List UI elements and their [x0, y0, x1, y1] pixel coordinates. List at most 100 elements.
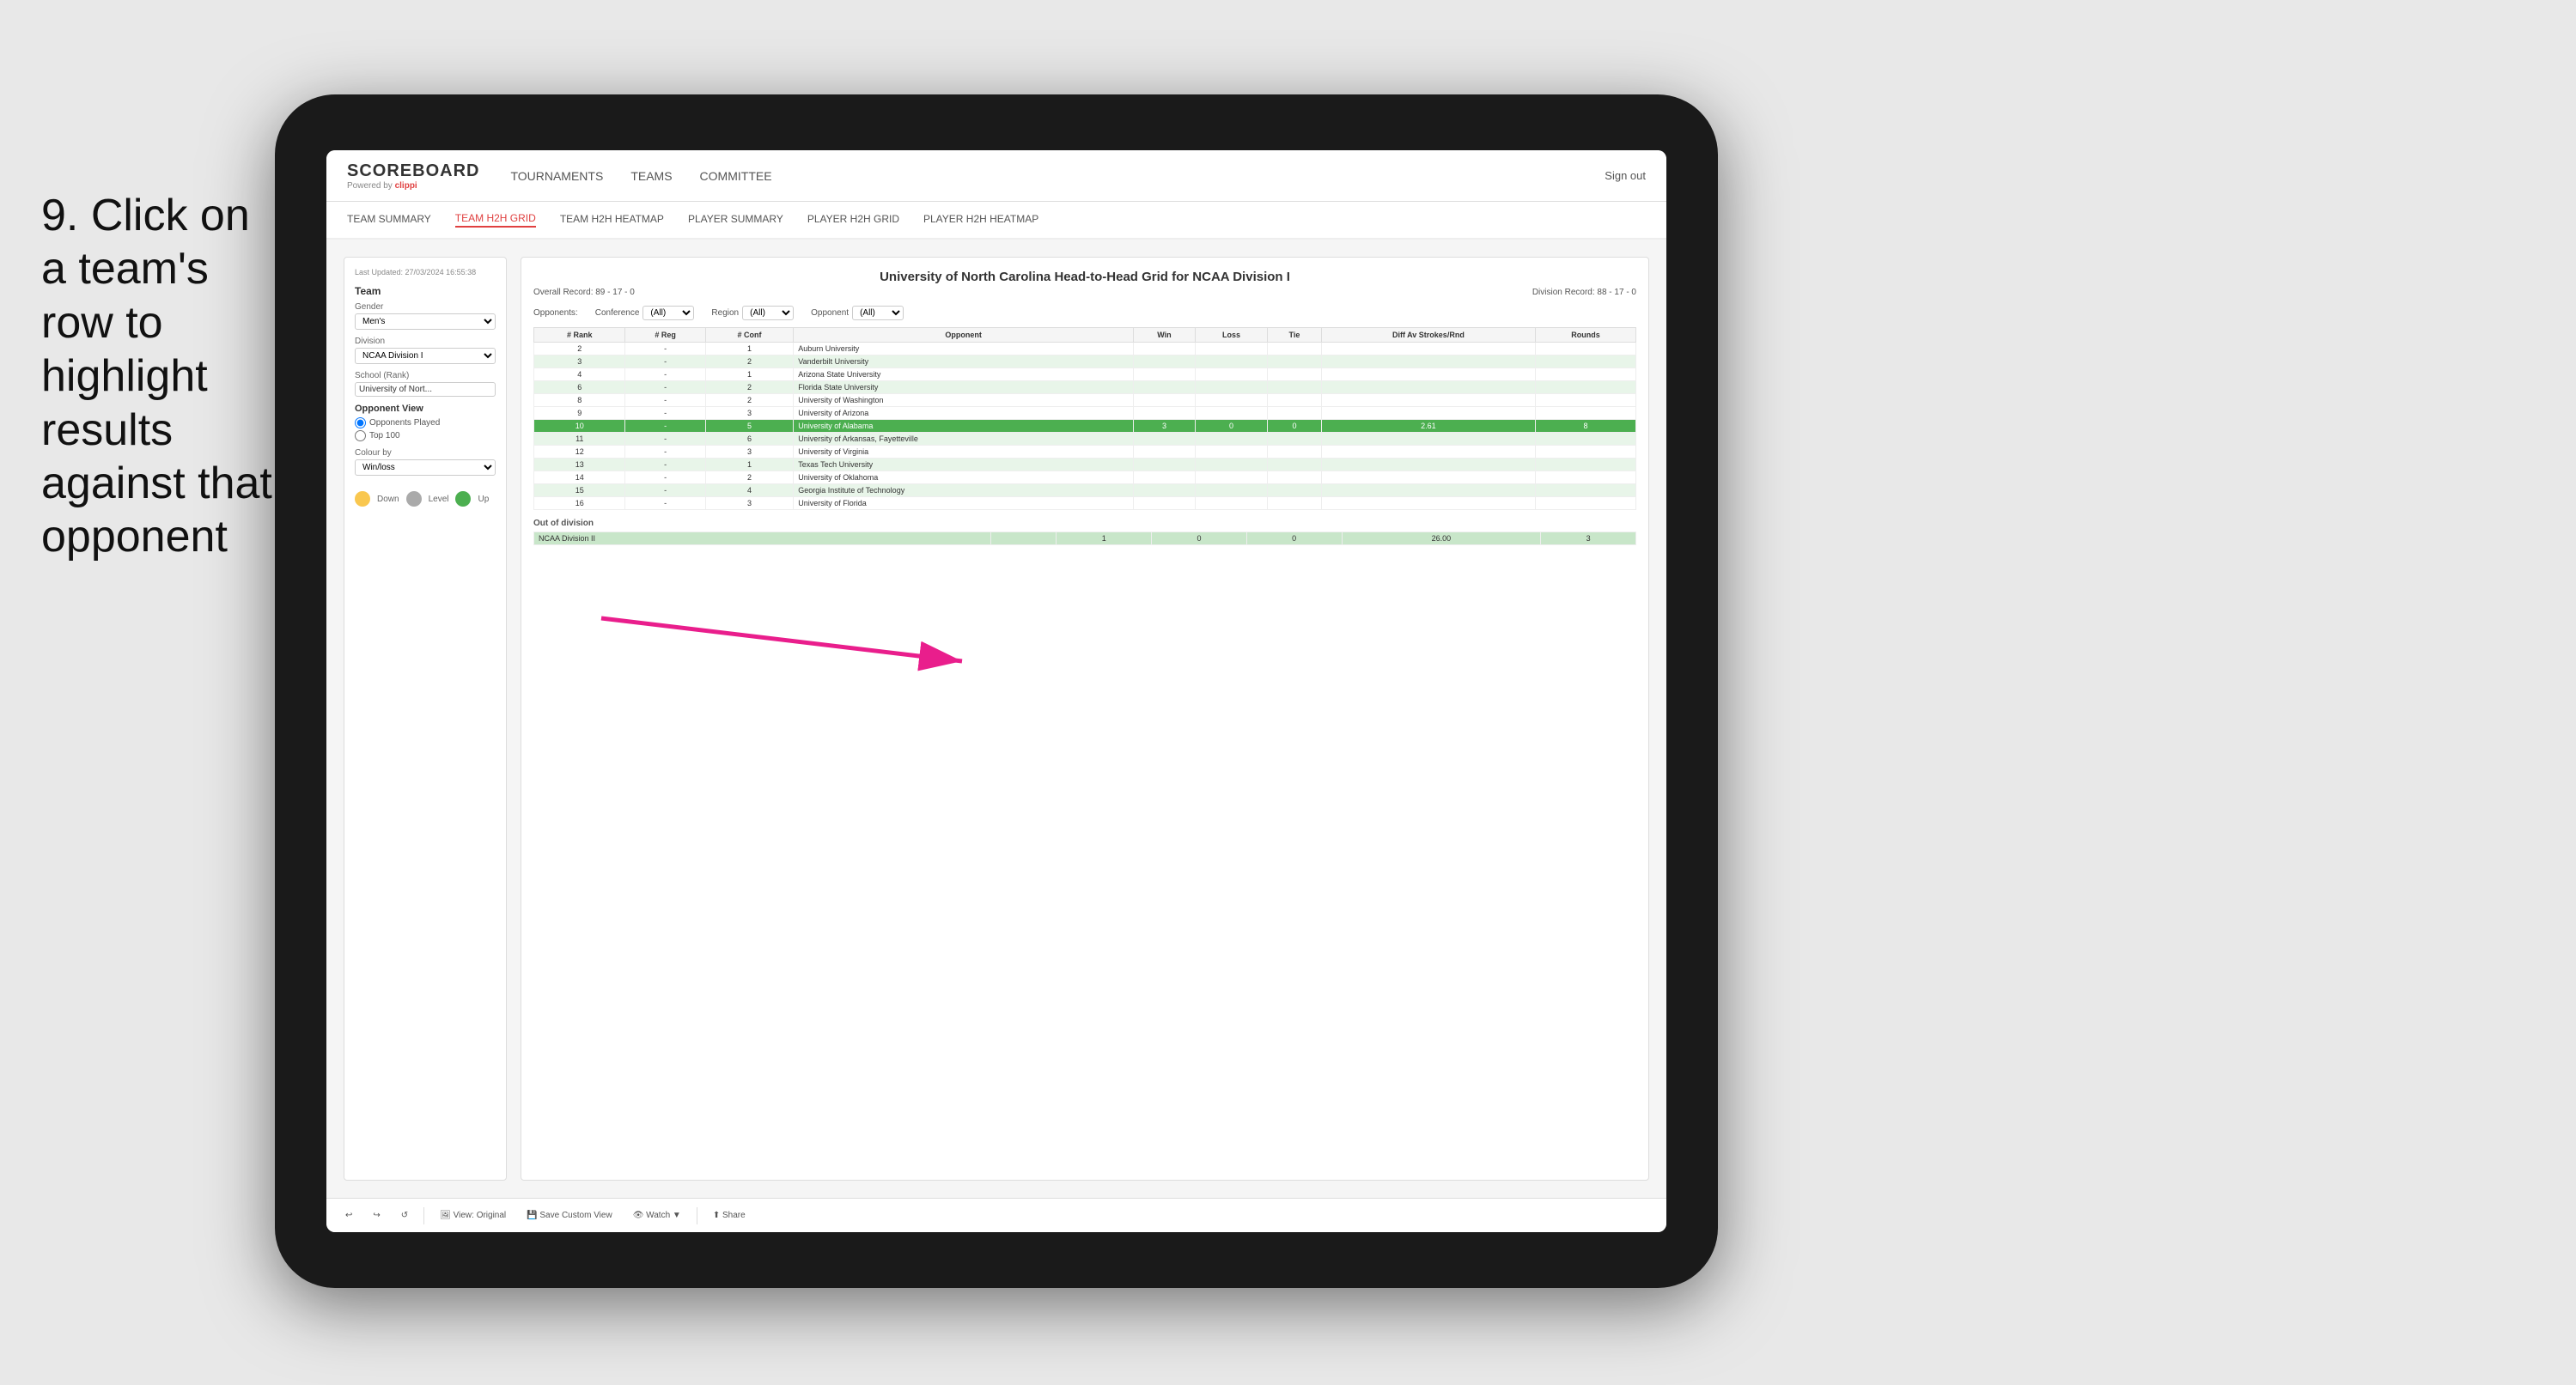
radio-opponents-played[interactable]: Opponents Played [355, 417, 496, 428]
table-cell [1321, 343, 1535, 355]
table-cell: 6 [534, 381, 625, 394]
region-filter-select[interactable]: (All) [742, 306, 794, 320]
table-cell: 1 [705, 368, 793, 381]
save-custom-view-button[interactable]: 💾 Save Custom View [521, 1209, 618, 1222]
sub-nav-player-h2h-heatmap[interactable]: PLAYER H2H HEATMAP [923, 213, 1038, 227]
table-cell [1268, 446, 1322, 459]
out-of-division-table: NCAA Division II 1 0 0 26.00 3 [533, 532, 1636, 545]
table-cell: - [625, 446, 705, 459]
division-select[interactable]: NCAA Division I [355, 348, 496, 364]
legend-row: Down Level Up [355, 491, 496, 507]
out-of-division-label: Out of division [533, 519, 1636, 528]
table-row[interactable]: 8-2University of Washington [534, 394, 1636, 407]
table-cell [1321, 355, 1535, 368]
division-record: Division Record: 88 - 17 - 0 [1532, 288, 1636, 297]
table-row[interactable]: 14-2University of Oklahoma [534, 471, 1636, 484]
table-cell [1196, 471, 1268, 484]
table-cell [1536, 394, 1636, 407]
table-cell [1133, 394, 1195, 407]
table-cell [1536, 381, 1636, 394]
sign-out-link[interactable]: Sign out [1605, 169, 1646, 182]
out-division-loss: 0 [1152, 532, 1247, 545]
h2h-table: # Rank # Reg # Conf Opponent Win Loss Ti… [533, 327, 1636, 510]
colour-by-select[interactable]: Win/loss [355, 459, 496, 476]
top-nav: SCOREBOARD Powered by clippi TOURNAMENTS… [326, 150, 1666, 202]
col-loss: Loss [1196, 328, 1268, 343]
sub-nav-team-summary[interactable]: TEAM SUMMARY [347, 213, 431, 227]
opponent-filter-select[interactable]: (All) [852, 306, 904, 320]
table-row[interactable]: 6-2Florida State University [534, 381, 1636, 394]
table-row[interactable]: 2-1Auburn University [534, 343, 1636, 355]
table-cell: 2 [705, 471, 793, 484]
table-cell: 2 [534, 343, 625, 355]
table-cell [1133, 459, 1195, 471]
table-cell [1133, 471, 1195, 484]
refresh-button[interactable]: ↺ [396, 1209, 413, 1222]
table-cell [1196, 433, 1268, 446]
grid-records: Overall Record: 89 - 17 - 0 Division Rec… [533, 288, 1636, 297]
table-cell [1268, 471, 1322, 484]
view-original-button[interactable]: 🖼 View: Original [435, 1209, 511, 1222]
sub-nav-player-summary[interactable]: PLAYER SUMMARY [688, 213, 783, 227]
table-cell: 3 [705, 497, 793, 510]
table-cell: 0 [1196, 420, 1268, 433]
table-cell [1536, 471, 1636, 484]
table-cell [1536, 355, 1636, 368]
table-cell [1133, 368, 1195, 381]
legend-down-label: Down [377, 495, 399, 504]
table-row[interactable]: 4-1Arizona State University [534, 368, 1636, 381]
watch-button[interactable]: 👁 Watch ▼ [628, 1209, 686, 1222]
table-row[interactable]: 10-5University of Alabama3002.618 [534, 420, 1636, 433]
gender-label: Gender [355, 302, 496, 312]
out-division-name: NCAA Division II [534, 532, 991, 545]
table-cell: 1 [705, 459, 793, 471]
nav-committee[interactable]: COMMITTEE [700, 169, 772, 183]
nav-tournaments[interactable]: TOURNAMENTS [510, 169, 603, 183]
sub-nav-team-h2h-heatmap[interactable]: TEAM H2H HEATMAP [560, 213, 664, 227]
table-cell: 14 [534, 471, 625, 484]
undo-button[interactable]: ↩ [340, 1209, 357, 1222]
table-cell [1196, 407, 1268, 420]
gender-select[interactable]: Men's [355, 313, 496, 330]
nav-teams[interactable]: TEAMS [630, 169, 672, 183]
radio-top100[interactable]: Top 100 [355, 430, 496, 441]
redo-button[interactable]: ↪ [368, 1209, 385, 1222]
table-cell: - [625, 355, 705, 368]
table-cell: Texas Tech University [794, 459, 1134, 471]
table-row[interactable]: 9-3University of Arizona [534, 407, 1636, 420]
table-cell [1196, 497, 1268, 510]
table-cell [1321, 368, 1535, 381]
school-value: University of Nort... [355, 382, 496, 397]
table-cell [1133, 497, 1195, 510]
out-division-row[interactable]: NCAA Division II 1 0 0 26.00 3 [534, 532, 1636, 545]
table-row[interactable]: 11-6University of Arkansas, Fayetteville [534, 433, 1636, 446]
table-cell [1133, 433, 1195, 446]
table-cell: 8 [1536, 420, 1636, 433]
table-cell: 2 [705, 381, 793, 394]
share-button[interactable]: ⬆ Share [708, 1209, 751, 1222]
table-cell: University of Arkansas, Fayetteville [794, 433, 1134, 446]
table-cell [1196, 355, 1268, 368]
conference-filter-select[interactable]: (All) [642, 306, 694, 320]
table-row[interactable]: 13-1Texas Tech University [534, 459, 1636, 471]
table-cell: 15 [534, 484, 625, 497]
team-section-title: Team [355, 285, 496, 297]
table-row[interactable]: 16-3University of Florida [534, 497, 1636, 510]
sub-nav-team-h2h-grid[interactable]: TEAM H2H GRID [455, 212, 536, 228]
table-row[interactable]: 12-3University of Virginia [534, 446, 1636, 459]
opponents-label: Opponents: [533, 308, 578, 318]
table-cell: 5 [705, 420, 793, 433]
table-cell [1268, 497, 1322, 510]
col-reg: # Reg [625, 328, 705, 343]
table-cell [1536, 497, 1636, 510]
table-row[interactable]: 3-2Vanderbilt University [534, 355, 1636, 368]
sub-nav-player-h2h-grid[interactable]: PLAYER H2H GRID [807, 213, 899, 227]
logo-scoreboard: SCOREBOARD [347, 161, 479, 181]
table-cell: - [625, 343, 705, 355]
table-cell: - [625, 433, 705, 446]
table-cell: Arizona State University [794, 368, 1134, 381]
table-cell: Auburn University [794, 343, 1134, 355]
table-row[interactable]: 15-4Georgia Institute of Technology [534, 484, 1636, 497]
table-cell: Florida State University [794, 381, 1134, 394]
out-division-placeholder [991, 532, 1057, 545]
